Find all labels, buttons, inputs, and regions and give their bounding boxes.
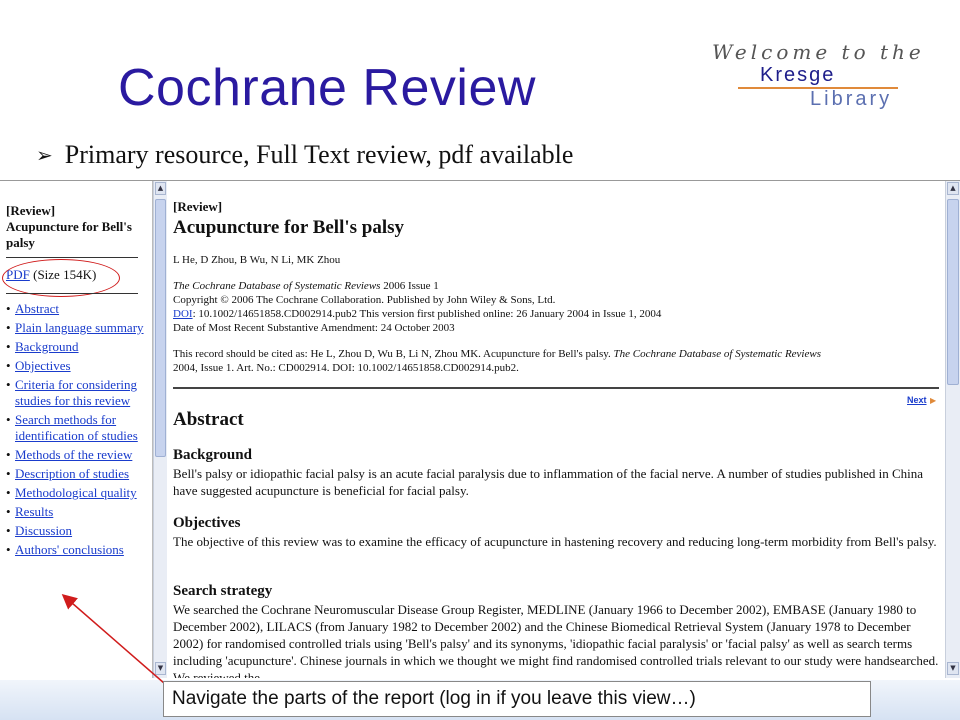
scroll-up-icon[interactable]: ▲ <box>947 182 959 195</box>
slide-bullet: ➢ Primary resource, Full Text review, pd… <box>36 140 573 170</box>
citation-journal: The Cochrane Database of Systematic Revi… <box>613 348 821 360</box>
review-copyright: Copyright © 2006 The Cochrane Collaborat… <box>173 294 556 306</box>
objectives-heading: Objectives <box>173 515 241 531</box>
review-label: [Review] <box>173 199 223 214</box>
nav-item-description-of-studies[interactable]: Description of studies <box>6 466 152 482</box>
review-doi-line: DOI: 10.1002/14651858.CD002914.pub2 This… <box>173 307 661 321</box>
abstract-heading: Abstract <box>173 409 244 430</box>
nav-scrollbar[interactable]: ▲ ▼ <box>153 181 167 678</box>
doi-text: : 10.1002/14651858.CD002914.pub2 This ve… <box>192 308 662 320</box>
review-amendment: Date of Most Recent Substantive Amendmen… <box>173 322 455 334</box>
logo-kresge-text: Kresge <box>760 64 836 86</box>
content-scrollbar[interactable]: ▲ ▼ <box>945 181 960 678</box>
scroll-up-icon[interactable]: ▲ <box>155 182 166 195</box>
review-issue: 2006 Issue 1 <box>380 280 439 292</box>
nav-item-results[interactable]: Results <box>6 504 152 520</box>
review-citation-line-2: 2004, Issue 1. Art. No.: CD002914. DOI: … <box>173 362 519 374</box>
nav-item-abstract[interactable]: Abstract <box>6 301 152 317</box>
doi-link[interactable]: DOI <box>173 308 193 320</box>
review-title: Acupuncture for Bell's palsy <box>173 217 405 238</box>
objectives-text: The objective of this review was to exam… <box>173 534 937 549</box>
nav-item-objectives[interactable]: Objectives <box>6 358 152 374</box>
scroll-down-icon[interactable]: ▼ <box>947 662 959 675</box>
search-strategy-heading: Search strategy <box>173 583 273 599</box>
logo-library-text: Library <box>810 88 893 110</box>
nav-item-criteria[interactable]: Criteria for considering studies for thi… <box>6 377 152 409</box>
next-link[interactable]: Next <box>907 395 927 405</box>
review-journal-line: The Cochrane Database of Systematic Revi… <box>173 279 439 293</box>
bullet-arrow-icon: ➢ <box>36 143 53 167</box>
nav-item-background[interactable]: Background <box>6 339 152 355</box>
content-divider <box>173 387 939 389</box>
nav-scrollbar-thumb[interactable] <box>155 199 166 457</box>
review-citation-line-1: This record should be cited as: He L, Zh… <box>173 347 821 361</box>
kresge-library-logo: Welcome to the Kresge Library <box>700 34 921 114</box>
nav-item-methodological-quality[interactable]: Methodological quality <box>6 485 152 501</box>
background-heading: Background <box>173 447 252 463</box>
citation-text: This record should be cited as: He L, Zh… <box>173 348 614 360</box>
review-authors: L He, D Zhou, B Wu, N Li, MK Zhou <box>173 254 341 266</box>
nav-item-search-methods[interactable]: Search methods for identification of stu… <box>6 412 152 444</box>
nav-item-authors-conclusions[interactable]: Authors' conclusions <box>6 542 152 558</box>
review-navigation-pane: [Review] Acupuncture for Bell's palsy PD… <box>0 181 153 678</box>
slide-title: Cochrane Review <box>118 59 536 117</box>
logo-welcome-text: Welcome to the <box>712 40 925 64</box>
nav-heading-title: Acupuncture for Bell's palsy <box>6 219 132 250</box>
nav-heading: [Review] Acupuncture for Bell's palsy <box>6 203 150 251</box>
nav-section-list: Abstract Plain language summary Backgrou… <box>6 301 152 561</box>
search-strategy-text: We searched the Cochrane Neuromuscular D… <box>173 602 939 678</box>
content-scrollbar-thumb[interactable] <box>947 199 959 385</box>
callout-box: Navigate the parts of the report (log in… <box>163 681 871 717</box>
review-content-pane: [Review] Acupuncture for Bell's palsy L … <box>167 181 945 678</box>
next-arrow-icon[interactable]: ▶ <box>930 396 936 405</box>
background-text: Bell's palsy or idiopathic facial palsy … <box>173 466 924 498</box>
nav-item-plain-language-summary[interactable]: Plain language summary <box>6 320 152 336</box>
nav-item-methods[interactable]: Methods of the review <box>6 447 152 463</box>
nav-item-discussion[interactable]: Discussion <box>6 523 152 539</box>
review-browser-screenshot: [Review] Acupuncture for Bell's palsy PD… <box>0 180 960 680</box>
pdf-highlight-oval <box>2 259 120 297</box>
scroll-down-icon[interactable]: ▼ <box>155 662 166 675</box>
review-journal: The Cochrane Database of Systematic Revi… <box>173 280 381 292</box>
nav-heading-label: [Review] <box>6 203 56 218</box>
nav-divider <box>6 257 138 258</box>
nav-divider <box>6 293 138 294</box>
bullet-text: Primary resource, Full Text review, pdf … <box>64 140 574 169</box>
